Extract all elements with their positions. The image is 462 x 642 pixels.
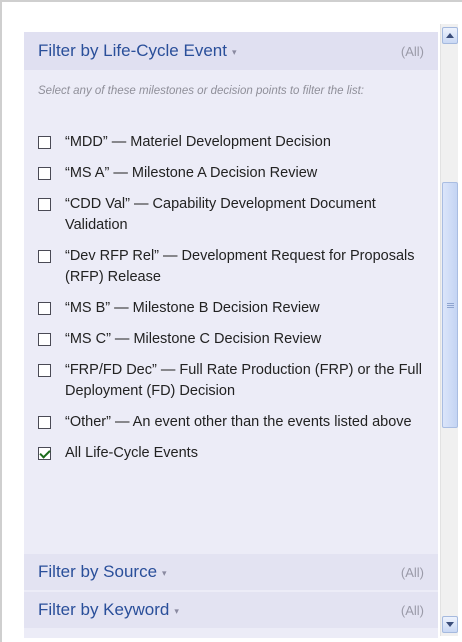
lifecycle-option-ms-a[interactable]: “MS A” — Milestone A Decision Review <box>38 163 430 184</box>
lifecycle-option-ms-c[interactable]: “MS C” — Milestone C Decision Review <box>38 329 430 350</box>
lifecycle-option-other[interactable]: “Other” — An event other than the events… <box>38 412 430 433</box>
option-label: “CDD Val” — Capability Development Docum… <box>65 196 376 233</box>
filter-panel-frame: Filter by Life-Cycle Event ▾ (All) Selec… <box>0 0 462 642</box>
lifecycle-option-cdd-val[interactable]: “CDD Val” — Capability Development Docum… <box>38 194 430 236</box>
checkbox[interactable] <box>38 198 51 211</box>
lifecycle-options-list: “MDD” — Materiel Development Decision “M… <box>38 132 430 474</box>
checkbox[interactable] <box>38 250 51 263</box>
lifecycle-option-dev-rfp-rel[interactable]: “Dev RFP Rel” — Development Request for … <box>38 246 430 288</box>
chevron-down-icon: ▾ <box>174 605 179 616</box>
checkbox[interactable] <box>38 333 51 346</box>
option-label: “MS A” — Milestone A Decision Review <box>65 165 318 181</box>
lifecycle-instructions: Select any of these milestones or decisi… <box>38 85 364 97</box>
checkbox[interactable] <box>38 136 51 149</box>
lifecycle-option-frp-fd-dec[interactable]: “FRP/FD Dec” — Full Rate Production (FRP… <box>38 360 430 402</box>
keyword-filter-title-text: Filter by Keyword <box>38 600 170 619</box>
keyword-filter-header[interactable]: Filter by Keyword ▾ (All) <box>24 592 438 628</box>
lifecycle-filter-title-text: Filter by Life-Cycle Event <box>38 41 227 60</box>
vertical-scrollbar[interactable] <box>440 24 458 636</box>
checkbox[interactable] <box>38 167 51 180</box>
lifecycle-option-ms-b[interactable]: “MS B” — Milestone B Decision Review <box>38 298 430 319</box>
filter-panel: Filter by Life-Cycle Event ▾ (All) Selec… <box>24 32 438 638</box>
arrow-down-icon <box>446 622 454 627</box>
lifecycle-option-all[interactable]: All Life-Cycle Events <box>38 443 430 464</box>
checkbox-checked[interactable] <box>38 447 51 460</box>
option-label: “FRP/FD Dec” — Full Rate Production (FRP… <box>65 362 422 399</box>
chevron-down-icon: ▾ <box>162 567 167 578</box>
source-filter-header[interactable]: Filter by Source ▾ (All) <box>24 554 438 590</box>
option-label: “Dev RFP Rel” — Development Request for … <box>65 248 415 285</box>
keyword-filter-all: (All) <box>400 602 424 618</box>
source-filter-title: Filter by Source ▾ <box>38 562 167 582</box>
arrow-up-icon <box>446 33 454 38</box>
option-label: “Other” — An event other than the events… <box>65 414 412 430</box>
option-label: “MDD” — Materiel Development Decision <box>65 134 331 150</box>
lifecycle-option-mdd[interactable]: “MDD” — Materiel Development Decision <box>38 132 430 153</box>
scroll-down-button[interactable] <box>442 616 458 633</box>
checkbox[interactable] <box>38 416 51 429</box>
lifecycle-filter-header[interactable]: Filter by Life-Cycle Event ▾ (All) <box>24 32 438 70</box>
option-label: “MS C” — Milestone C Decision Review <box>65 331 322 347</box>
source-filter-title-text: Filter by Source <box>38 562 158 581</box>
option-label: “MS B” — Milestone B Decision Review <box>65 300 320 316</box>
lifecycle-filter-all: (All) <box>400 43 424 59</box>
keyword-filter-title: Filter by Keyword ▾ <box>38 600 179 620</box>
lifecycle-filter-title: Filter by Life-Cycle Event ▾ <box>38 41 236 61</box>
grip-icon <box>446 302 454 308</box>
scroll-thumb[interactable] <box>442 182 458 428</box>
scroll-up-button[interactable] <box>442 27 458 44</box>
source-filter-all: (All) <box>400 564 424 580</box>
checkbox[interactable] <box>38 302 51 315</box>
checkbox[interactable] <box>38 364 51 377</box>
chevron-down-icon: ▾ <box>231 46 237 57</box>
option-label: All Life-Cycle Events <box>65 445 198 461</box>
